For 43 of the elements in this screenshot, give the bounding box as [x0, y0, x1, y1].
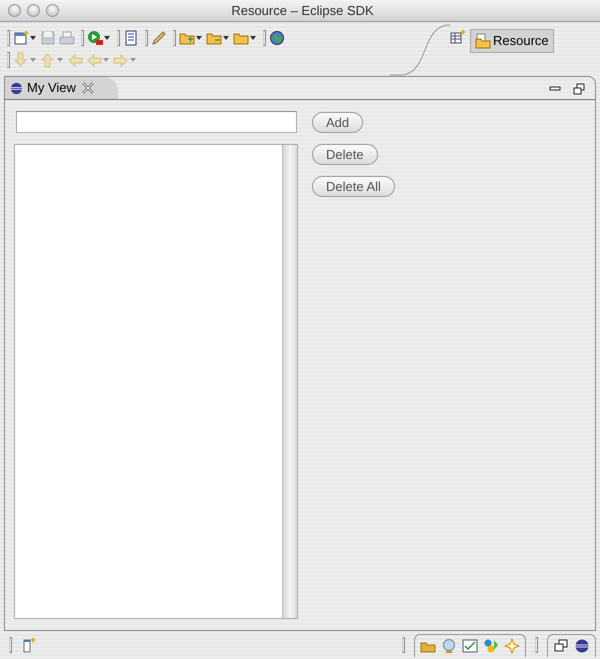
document-icon[interactable]	[123, 30, 139, 46]
dropdown-caret-icon[interactable]	[222, 34, 230, 42]
window-title: Resource – Eclipse SDK	[230, 2, 375, 20]
action-button[interactable]: Add	[312, 112, 364, 133]
toolbar-grip[interactable]	[81, 30, 84, 46]
window-control-button[interactable]	[8, 4, 21, 17]
dropdown-caret-icon[interactable]	[29, 34, 37, 42]
toolbar-grip[interactable]	[535, 637, 538, 653]
dropdown-caret-icon[interactable]	[103, 34, 111, 42]
open-perspective-icon[interactable]	[450, 29, 466, 45]
dropdown-caret-icon[interactable]	[249, 34, 257, 42]
toolbar-grip[interactable]	[145, 30, 148, 46]
new-file-icon[interactable]	[13, 30, 29, 46]
star-icon[interactable]	[504, 638, 520, 654]
window-control-button[interactable]	[46, 4, 59, 17]
action-button[interactable]: Delete All	[312, 176, 395, 197]
view-tab[interactable]: My View	[5, 77, 118, 99]
close-icon[interactable]	[80, 80, 96, 96]
action-button[interactable]: Delete	[312, 144, 378, 165]
folder-icon[interactable]	[475, 32, 491, 49]
maximize-icon[interactable]	[571, 81, 587, 97]
window-control-button[interactable]	[27, 4, 40, 17]
perspective-label[interactable]: Resource	[493, 31, 549, 50]
sphere-icon[interactable]	[574, 638, 590, 654]
run-icon[interactable]	[87, 30, 103, 46]
text-input-field[interactable]	[16, 111, 297, 133]
toolbar-grip[interactable]	[9, 637, 12, 653]
sphere-icon[interactable]	[10, 82, 23, 94]
view-tab-label[interactable]: My View	[27, 78, 76, 98]
toolbar-grip[interactable]	[7, 52, 10, 68]
toolbar-grip[interactable]	[402, 637, 405, 653]
fast-view-icon[interactable]	[21, 637, 37, 653]
scrollbar[interactable]	[282, 145, 297, 618]
tab-curve-line	[390, 22, 450, 76]
toolbar-grip[interactable]	[7, 30, 10, 46]
toolbar-grip[interactable]	[173, 30, 176, 46]
dropdown-caret-icon[interactable]	[195, 34, 203, 42]
toolbar-grip[interactable]	[117, 30, 120, 46]
restore-icon[interactable]	[553, 638, 569, 654]
pen-icon[interactable]	[151, 30, 167, 46]
perspective-button[interactable]: Resource	[470, 29, 554, 52]
shapes-icon[interactable]	[483, 638, 499, 654]
toolbar-grip[interactable]	[263, 30, 266, 46]
